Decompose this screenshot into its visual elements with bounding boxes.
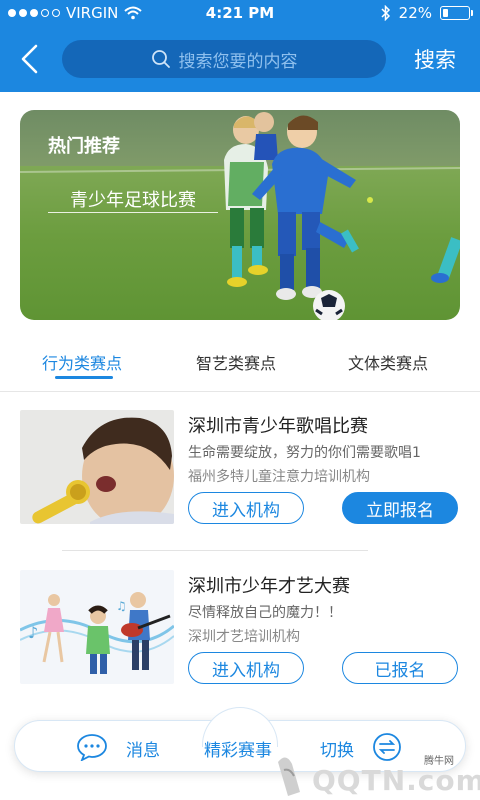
svg-text:♫: ♫ — [116, 599, 127, 613]
search-placeholder: 搜索您要的内容 — [178, 51, 298, 72]
singing-boy-photo — [20, 410, 174, 524]
event-thumbnail — [20, 410, 174, 524]
bluetooth-icon — [381, 5, 390, 21]
tab-intellect-art[interactable]: 智艺类赛点 — [196, 350, 276, 374]
status-bar: VIRGIN 4:21 PM 22% — [0, 0, 480, 26]
svg-text:♪: ♪ — [28, 623, 38, 642]
nav-featured-events[interactable]: 精彩赛事 — [204, 736, 272, 761]
registered-button[interactable]: 已报名 — [342, 652, 458, 684]
search-icon — [151, 50, 170, 68]
event-card[interactable]: ♪ ♫ 深圳市少年才艺大赛 尽情释放自己的魔力！！ 深圳才艺培训机构 进入机构 … — [20, 570, 460, 686]
event-card[interactable]: 深圳市青少年歌唱比赛 生命需要绽放，努力的你们需要歌唱1 福州多特儿童注意力培训… — [20, 410, 460, 526]
chevron-left-icon — [21, 44, 38, 74]
register-now-button[interactable]: 立即报名 — [342, 492, 458, 524]
event-title: 深圳市青少年歌唱比赛 — [188, 416, 368, 437]
event-title: 深圳市少年才艺大赛 — [188, 576, 350, 597]
status-right: 22% — [381, 4, 473, 22]
category-tabs: 行为类赛点 智艺类赛点 文体类赛点 — [0, 338, 480, 388]
battery-icon — [440, 6, 473, 20]
message-icon[interactable] — [76, 733, 108, 761]
banner-subtitle: 青少年足球比赛 — [70, 190, 196, 211]
event-thumbnail: ♪ ♫ — [20, 570, 174, 684]
back-button[interactable] — [14, 42, 46, 76]
battery-percent: 22% — [398, 4, 432, 22]
nav-messages[interactable]: 消息 — [126, 736, 160, 761]
watermark-domain: QQTN.com — [312, 764, 480, 797]
event-description: 生命需要绽放，努力的你们需要歌唱1 — [188, 445, 421, 461]
tab-culture-sports[interactable]: 文体类赛点 — [348, 350, 428, 374]
banner-divider — [48, 212, 218, 213]
featured-banner[interactable]: 热门推荐 青少年足球比赛 — [20, 110, 460, 320]
enter-organization-button[interactable]: 进入机构 — [188, 652, 304, 684]
search-button[interactable]: 搜索 — [414, 44, 456, 74]
battery-fill — [443, 9, 448, 17]
talent-show-photo: ♪ ♫ — [20, 570, 174, 684]
enter-organization-button[interactable]: 进入机构 — [188, 492, 304, 524]
tab-behavior[interactable]: 行为类赛点 — [42, 350, 122, 374]
active-tab-indicator — [55, 376, 113, 379]
event-description: 尽情释放自己的魔力！！ — [188, 605, 342, 621]
search-input[interactable]: 搜索您要的内容 — [62, 40, 386, 78]
event-organization: 福州多特儿童注意力培训机构 — [188, 469, 370, 485]
tabs-divider — [0, 391, 480, 392]
event-organization: 深圳才艺培训机构 — [188, 629, 300, 645]
banner-title: 热门推荐 — [48, 136, 120, 157]
card-divider — [62, 550, 368, 551]
